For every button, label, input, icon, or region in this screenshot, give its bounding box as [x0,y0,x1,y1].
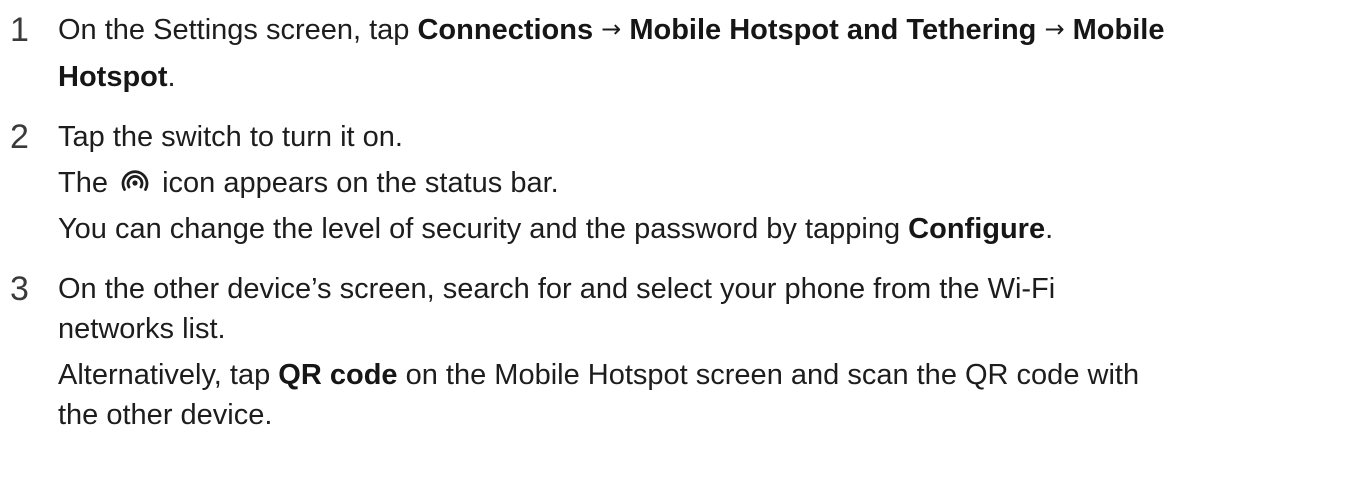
step-1-line: On the Settings screen, tap Connections … [58,8,1340,53]
step-1-intro: On the Settings screen, tap [58,14,418,46]
menu-mobile-hotspot-part1: Mobile [1072,14,1165,46]
step-3: 3 On the other device’s screen, search f… [10,267,1340,437]
instruction-steps: 1 On the Settings screen, tap Connection… [10,0,1340,437]
step-1-line-cont: Hotspot. [58,55,1340,99]
mobile-hotspot-icon [121,170,149,191]
arrow-right-icon: → [601,15,622,43]
step-number: 1 [10,11,29,49]
arrow-right-icon: → [1044,15,1065,43]
step-2-line-2-after: icon appears on the status bar. [154,167,559,199]
step-2-line-2-before: The [58,167,117,199]
step-2-line-3-end: . [1045,213,1054,245]
step-2-line-3: You can change the level of security and… [58,207,1340,251]
qr-code-label: QR code [278,359,398,391]
step-number: 2 [10,118,29,156]
step-1: 1 On the Settings screen, tap Connection… [10,8,1340,99]
step-3-line-2-before: Alternatively, tap [58,359,279,391]
step-2-line-1: Tap the switch to turn it on. [58,121,403,153]
menu-connections: Connections [417,14,594,46]
step-1-end: . [167,61,176,93]
step-number: 3 [10,270,29,308]
step-2: 2 Tap the switch to turn it on. The icon… [10,115,1340,251]
step-2-line-2: The icon appears on the status bar. [58,161,1340,205]
step-2-line-3-before: You can change the level of security and… [58,213,909,245]
menu-mobile-hotspot-part2: Hotspot [58,61,168,93]
menu-hotspot-tethering: Mobile Hotspot and Tethering [629,14,1037,46]
step-3-line-2-cont: the other device. [58,399,273,431]
step-3-line-1-cont: networks list. [58,313,226,345]
step-3-line-1: On the other device’s screen, search for… [58,273,1056,305]
configure-label: Configure [908,213,1046,245]
step-3-line-2-after: on the Mobile Hotspot screen and scan th… [397,359,1140,391]
step-3-line-2: Alternatively, tap QR code on the Mobile… [58,353,1340,397]
